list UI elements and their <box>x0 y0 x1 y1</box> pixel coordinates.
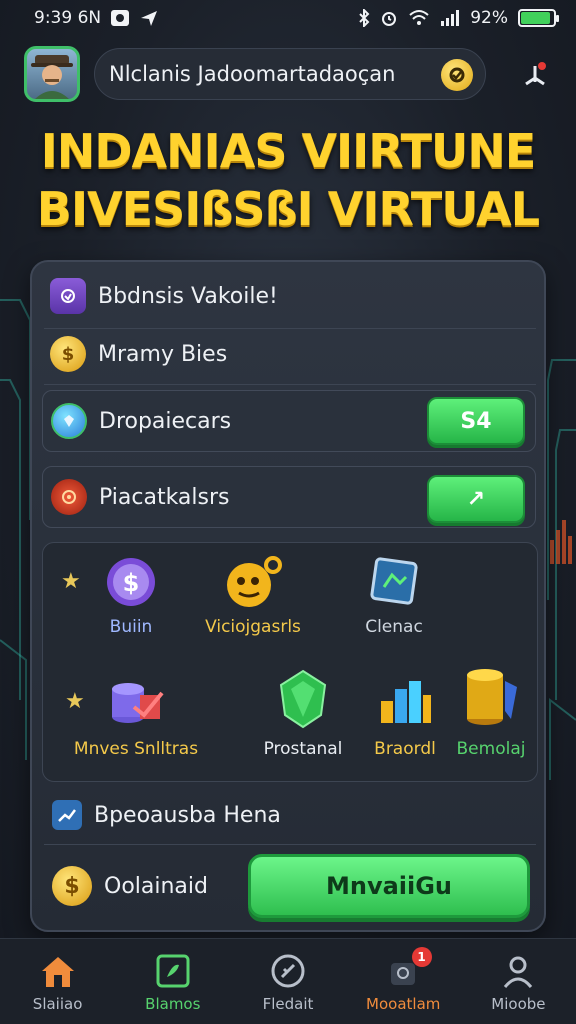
panel-row-1-label: Bbdnsis Vakoile! <box>98 283 278 309</box>
app-header: Nlclanis Jadoomartadaoçan <box>24 44 554 104</box>
signal-icon <box>441 10 460 26</box>
navigation-arrow-icon <box>141 11 158 26</box>
nav-item-feed[interactable]: Fledait <box>230 939 345 1024</box>
feature-grid: ★ ★ $ Buiin Viciojgasrls Clenac Mnves Sn… <box>42 542 538 782</box>
panel-bottom-row[interactable]: $ Oolainaid <box>52 866 208 906</box>
nav-item-games[interactable]: Blamos <box>115 939 230 1024</box>
frame-icon <box>370 557 418 605</box>
nav-label-games: Blamos <box>145 995 201 1013</box>
coin-icon: $ <box>50 336 86 372</box>
panel-bottom-row-label: Oolainaid <box>104 873 208 899</box>
status-time: 9:39 6N <box>34 8 102 28</box>
nav-label-feed: Fledait <box>262 995 314 1013</box>
avatar-icon <box>31 55 73 99</box>
grid-tile-1-label: Buiin <box>109 617 153 637</box>
bottom-navigation: Slaiiao Blamos Fledait 1 Mooatlam Mioobe <box>0 938 576 1024</box>
nav-label-shop: Mooatlam <box>366 995 441 1013</box>
slash-circle-icon <box>271 954 305 988</box>
panel-row-4[interactable]: Piacatkalsrs ↗ <box>42 466 536 528</box>
account-name-bar[interactable]: Nlclanis Jadoomartadaoçan <box>94 48 486 100</box>
battery-icon <box>518 9 559 27</box>
grid-tile-2[interactable]: Viciojgasrls <box>183 555 323 637</box>
games-icon <box>156 954 190 988</box>
green-shield-icon <box>279 669 327 729</box>
main-panel: Bbdnsis Vakoile! $ Mramy Bies Dropaiecar… <box>30 260 546 932</box>
grid-tile-7[interactable]: Bemolaj <box>449 661 533 759</box>
grid-tile-3[interactable]: Clenac <box>339 553 449 637</box>
account-name-text: Nlclanis Jadoomartadaoçan <box>109 62 396 86</box>
avatar[interactable] <box>24 46 80 102</box>
panel-row-1[interactable]: Bbdnsis Vakoile! <box>50 278 278 314</box>
notification-icon <box>111 10 130 26</box>
grid-tile-5[interactable]: Prostanal <box>247 667 359 759</box>
bluetooth-icon <box>359 9 370 27</box>
panel-row-4-label: Piacatkalsrs <box>99 484 230 510</box>
grid-tile-5-label: Prostanal <box>263 739 343 759</box>
title-line-1: INDANIAS VIIRTUNE <box>40 124 537 178</box>
grid-tile-6[interactable]: Braordl <box>363 667 447 759</box>
gold-stack-icon <box>467 669 517 725</box>
alarm-icon <box>382 12 397 26</box>
nav-item-shop[interactable]: 1 Mooatlam <box>346 939 461 1024</box>
svg-text:$: $ <box>123 569 140 597</box>
divider <box>44 384 536 385</box>
nav-item-profile[interactable]: Mioobe <box>461 939 576 1024</box>
grid-tile-3-label: Clenac <box>365 617 423 637</box>
grid-tile-6-label: Braordl <box>374 739 436 759</box>
panel-row-3-label: Dropaiecars <box>99 408 232 434</box>
coin-stack-icon <box>112 683 164 723</box>
coin-icon[interactable] <box>441 59 473 91</box>
nav-label-home: Slaiiao <box>32 995 83 1013</box>
title-line-2: BIVESIßSßI VIRTUAL <box>36 182 540 236</box>
panel-footer-row[interactable]: Bpeoausba Hena <box>52 800 281 830</box>
status-bar: 9:39 6N 92% <box>0 0 576 36</box>
dollar-coin-icon: $ <box>107 558 155 606</box>
grid-tile-4[interactable]: Mnves Snlltras <box>61 667 211 759</box>
home-icon <box>41 957 74 987</box>
divider <box>44 328 536 329</box>
panel-row-2-label: Mramy Bies <box>98 341 228 367</box>
star-icon: ★ <box>61 569 81 594</box>
panel-row-4-content: Piacatkalsrs <box>51 479 230 515</box>
nav-label-profile: Mioobe <box>491 995 546 1013</box>
row-4-action-button[interactable]: ↗ <box>427 475 525 523</box>
game-title: INDANIAS VIIRTUNE BIVESIßSßI VIRTUAL <box>0 122 576 238</box>
notification-badge: 1 <box>411 947 432 967</box>
divider <box>44 844 536 845</box>
emoji-icon <box>227 556 282 607</box>
target-icon <box>51 479 87 515</box>
panel-footer-row-label: Bpeoausba Hena <box>94 802 281 828</box>
grid-tile-7-label: Bemolaj <box>456 739 526 759</box>
grid-tile-4-label: Mnves Snlltras <box>73 739 199 759</box>
panel-row-3[interactable]: Dropaiecars S4 <box>42 390 536 452</box>
shield-icon <box>50 278 86 314</box>
share-icon[interactable] <box>520 60 550 90</box>
panel-row-2[interactable]: $ Mramy Bies <box>50 336 227 372</box>
row-3-action-button[interactable]: S4 <box>427 397 525 445</box>
main-cta-button[interactable]: MnvaiiGu <box>248 854 530 918</box>
panel-row-3-content: Dropaiecars <box>51 403 231 439</box>
grid-tile-1[interactable]: $ Buiin <box>95 555 167 637</box>
battery-percent: 92% <box>470 8 508 28</box>
nav-item-home[interactable]: Slaiiao <box>0 939 115 1024</box>
user-icon <box>504 956 533 988</box>
bar-chart-icon <box>381 681 431 723</box>
grid-tile-2-label: Viciojgasrls <box>205 617 301 637</box>
trend-icon <box>52 800 82 830</box>
gem-icon <box>51 403 87 439</box>
coin-icon: $ <box>52 866 92 906</box>
wifi-icon <box>409 10 429 25</box>
